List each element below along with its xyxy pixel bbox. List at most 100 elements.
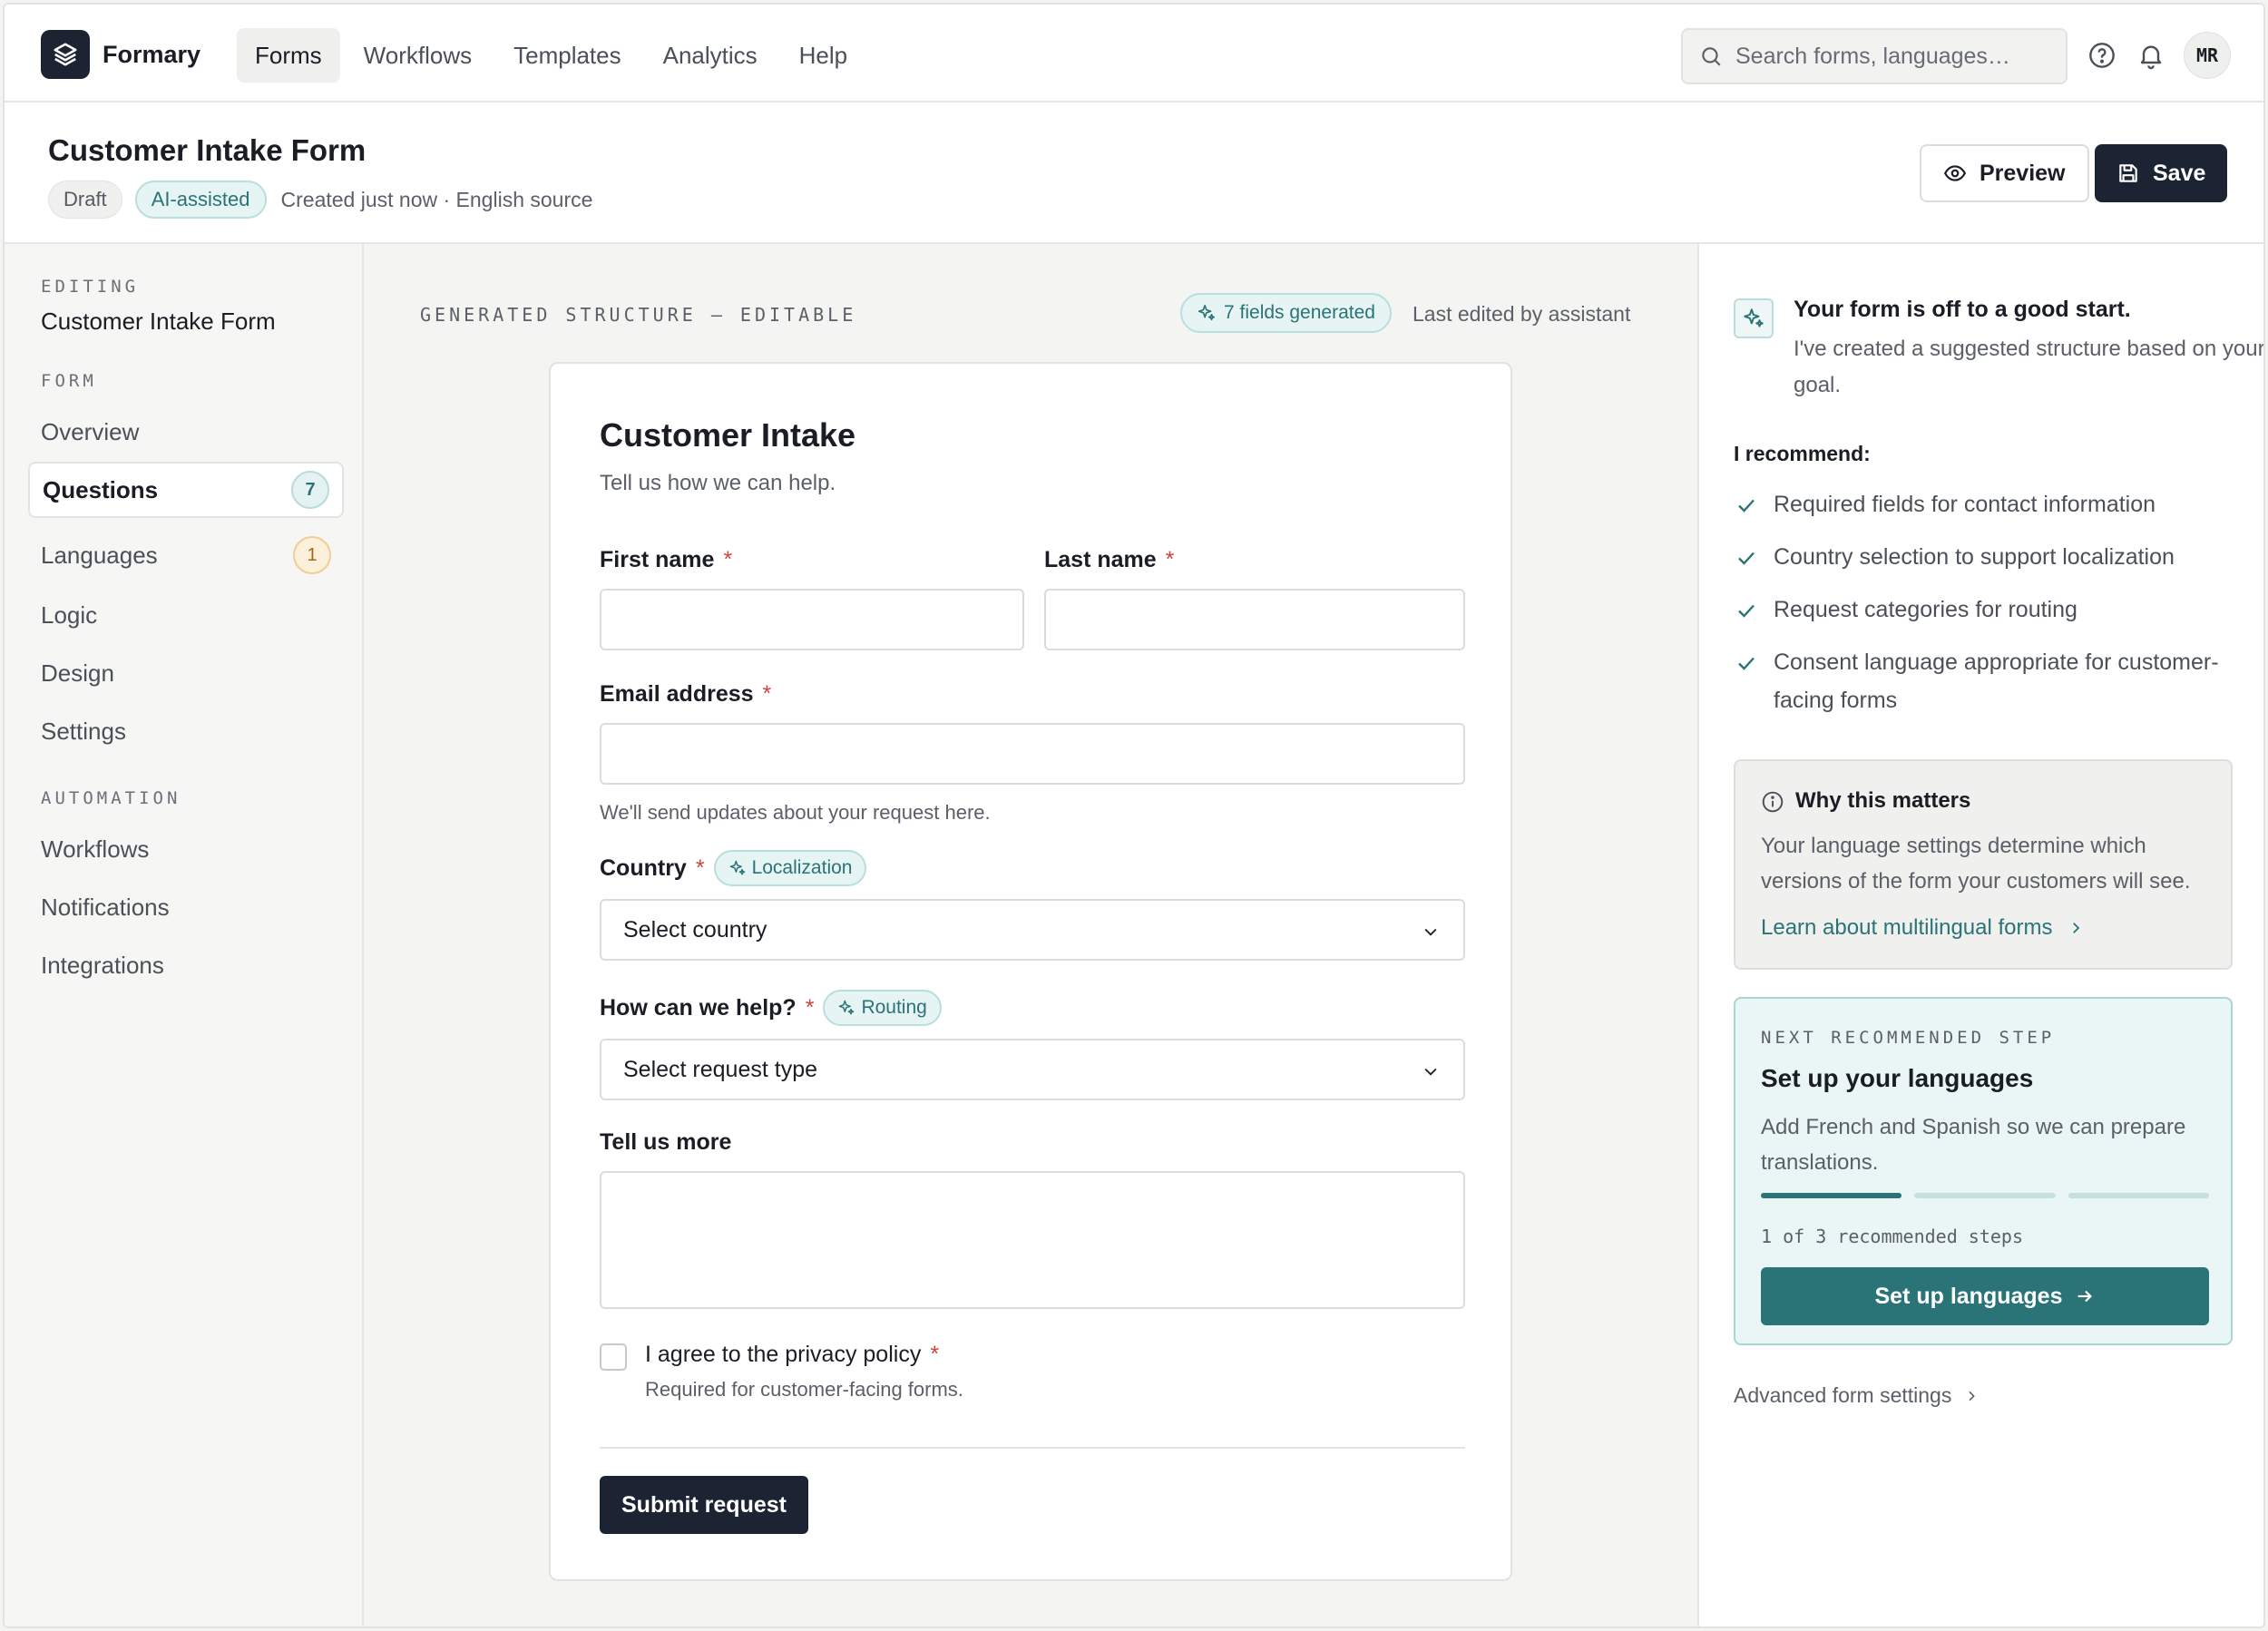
check-icon xyxy=(1738,604,1755,618)
email-field[interactable] xyxy=(600,723,1465,785)
search-placeholder: Search forms, languages… xyxy=(1735,43,2010,69)
country-select[interactable]: Select country xyxy=(600,899,1465,961)
next-step-label: NEXT RECOMMENDED STEP xyxy=(1761,1028,2056,1048)
sidebar-item-workflows[interactable]: Workflows xyxy=(28,821,344,877)
sidebar-item-notifications[interactable]: Notifications xyxy=(28,879,344,935)
tell-us-more-label: Tell us more xyxy=(600,1129,732,1155)
sidebar-item-label: Design xyxy=(41,659,114,687)
assistant-headline: Your form is off to a good start. xyxy=(1794,297,2131,322)
nav-templates[interactable]: Templates xyxy=(495,28,640,83)
app-window: Formary Forms Workflows Templates Analyt… xyxy=(3,3,2265,1628)
request-type-select[interactable]: Select request type xyxy=(600,1039,1465,1100)
main-canvas: GENERATED STRUCTURE — EDITABLE 7 fields … xyxy=(364,244,1699,1626)
recommendation-item: Required fields for contact information xyxy=(1735,485,2263,523)
privacy-help-text: Required for customer-facing forms. xyxy=(645,1378,963,1401)
sidebar-item-integrations[interactable]: Integrations xyxy=(28,937,344,993)
recommendation-item: Request categories for routing xyxy=(1735,591,2263,629)
why-body: Your language settings determine which v… xyxy=(1761,834,2191,894)
sidebar-item-label: Integrations xyxy=(41,951,164,979)
generated-structure-label: GENERATED STRUCTURE — EDITABLE xyxy=(420,304,857,326)
app-name: Formary xyxy=(103,41,201,68)
search-input[interactable]: Search forms, languages… xyxy=(1681,28,2068,84)
sidebar-item-label: Workflows xyxy=(41,835,150,863)
tell-us-more-textarea[interactable] xyxy=(600,1171,1465,1309)
sidebar-item-label: Questions xyxy=(43,475,159,503)
first-name-label: First name * xyxy=(600,547,733,572)
sidebar-item-logic[interactable]: Logic xyxy=(28,587,344,643)
avatar[interactable]: MR xyxy=(2184,32,2231,79)
privacy-checkbox[interactable] xyxy=(600,1343,627,1371)
next-step-card: NEXT RECOMMENDED STEP Set up your langua… xyxy=(1734,997,2233,1345)
form-subtitle[interactable]: Tell us how we can help. xyxy=(600,471,836,496)
eye-icon xyxy=(1943,165,1967,181)
progress-segment xyxy=(1914,1193,2056,1198)
created-meta: Created just now · English source xyxy=(280,187,593,211)
chevron-down-icon xyxy=(1424,1068,1437,1076)
check-icon xyxy=(1738,657,1755,670)
set-up-languages-button[interactable]: Set up languages xyxy=(1761,1267,2209,1325)
recommend-label: I recommend: xyxy=(1734,442,1871,465)
multilingual-forms-link[interactable]: Learn about multilingual forms xyxy=(1761,915,2084,941)
page-header: Customer Intake Form Draft AI-assisted C… xyxy=(5,103,2263,244)
sidebar-item-label: Notifications xyxy=(41,893,170,921)
last-name-label: Last name * xyxy=(1044,547,1175,572)
sidebar-item-languages[interactable]: Languages 1 xyxy=(28,527,344,583)
advanced-settings-link[interactable]: Advanced form settings xyxy=(1734,1383,1979,1408)
country-label: Country * Localization xyxy=(600,850,867,886)
sidebar-item-settings[interactable]: Settings xyxy=(28,703,344,759)
help-icon[interactable] xyxy=(2087,41,2116,70)
arrow-right-icon xyxy=(2078,1290,2093,1303)
bell-icon[interactable] xyxy=(2136,41,2165,70)
automation-section-label: AUTOMATION xyxy=(41,788,181,808)
search-icon xyxy=(1702,47,1721,66)
nav-workflows[interactable]: Workflows xyxy=(346,28,490,83)
save-label: Save xyxy=(2153,160,2206,186)
form-section-label: FORM xyxy=(41,371,97,391)
fields-generated-badge: 7 fields generated xyxy=(1180,293,1392,333)
sidebar: EDITING Customer Intake Form FORM Overvi… xyxy=(5,244,364,1626)
sparkle-icon xyxy=(729,860,745,875)
required-mark: * xyxy=(1165,547,1175,572)
last-name-field[interactable] xyxy=(1044,589,1465,650)
editing-form-name: Customer Intake Form xyxy=(41,308,276,335)
sidebar-item-label: Logic xyxy=(41,601,98,629)
logo-icon[interactable] xyxy=(41,30,90,79)
save-icon xyxy=(2119,164,2137,182)
submit-request-button[interactable]: Submit request xyxy=(600,1476,808,1534)
draft-badge: Draft xyxy=(48,181,122,219)
sparkle-icon xyxy=(839,1000,855,1015)
steps-progress-text: 1 of 3 recommended steps xyxy=(1761,1226,2023,1247)
check-icon xyxy=(1738,552,1755,565)
sidebar-item-label: Settings xyxy=(41,717,126,745)
steps-progress-bar xyxy=(1761,1193,2209,1198)
status-row: Draft AI-assisted Created just now · Eng… xyxy=(48,181,592,219)
email-label: Email address * xyxy=(600,681,772,707)
form-preview-card: Customer Intake Tell us how we can help.… xyxy=(549,362,1512,1581)
nav-forms[interactable]: Forms xyxy=(237,28,340,83)
nav-analytics[interactable]: Analytics xyxy=(645,28,776,83)
nav-help[interactable]: Help xyxy=(781,28,865,83)
localization-tag: Localization xyxy=(713,850,867,886)
preview-button[interactable]: Preview xyxy=(1920,144,2089,202)
save-button[interactable]: Save xyxy=(2095,144,2228,202)
chevron-right-icon xyxy=(1969,1391,1976,1401)
sidebar-item-questions[interactable]: Questions 7 xyxy=(28,462,344,518)
next-step-title: Set up your languages xyxy=(1761,1064,2034,1092)
sidebar-item-design[interactable]: Design xyxy=(28,645,344,701)
page-title: Customer Intake Form xyxy=(48,133,367,167)
recommendation-item: Consent language appropriate for custome… xyxy=(1735,643,2244,719)
required-mark: * xyxy=(762,681,772,707)
first-name-field[interactable] xyxy=(600,589,1024,650)
required-mark: * xyxy=(930,1342,940,1367)
progress-segment xyxy=(2068,1193,2209,1198)
form-title[interactable]: Customer Intake xyxy=(600,416,855,454)
privacy-label: I agree to the privacy policy * xyxy=(645,1342,940,1367)
top-nav: Formary Forms Workflows Templates Analyt… xyxy=(5,5,2263,103)
ai-assisted-badge: AI-assisted xyxy=(134,181,267,219)
progress-segment xyxy=(1761,1193,1902,1198)
recommendation-item: Country selection to support localizatio… xyxy=(1735,538,2263,576)
sidebar-item-overview[interactable]: Overview xyxy=(28,404,344,460)
why-this-matters-card: Why this matters Your language settings … xyxy=(1734,759,2233,970)
sparkle-icon xyxy=(1198,304,1216,321)
email-help-text: We'll send updates about your request he… xyxy=(600,801,991,824)
